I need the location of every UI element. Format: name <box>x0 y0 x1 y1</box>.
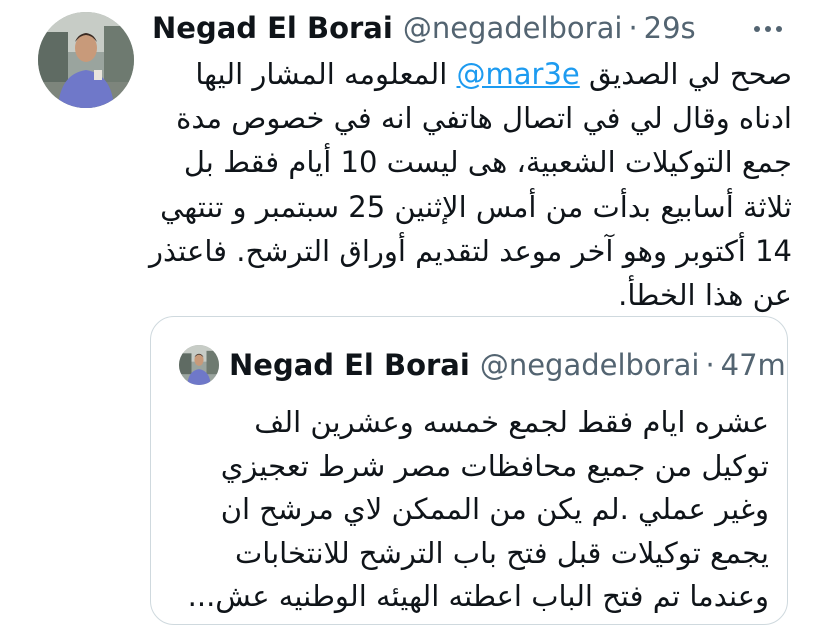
more-horizontal-icon <box>753 18 783 37</box>
quoted-tweet[interactable]: Negad El Borai @negadelborai · 47m عشره … <box>150 316 788 625</box>
avatar[interactable] <box>38 12 134 108</box>
quoted-timestamp: 47m <box>720 348 786 382</box>
tweet-text-rest: المعلومه المشار اليها ادناه وقال لي في ا… <box>149 57 792 313</box>
quoted-avatar[interactable] <box>179 345 219 385</box>
separator-dot: · <box>628 11 638 45</box>
author-name[interactable]: Negad El Borai <box>152 11 393 45</box>
author-handle[interactable]: @negadelborai <box>403 11 623 45</box>
quoted-separator-dot: · <box>705 348 715 382</box>
more-options-button[interactable] <box>748 14 788 40</box>
timestamp[interactable]: 29s <box>644 11 696 45</box>
quoted-tweet-text: عشره ايام فقط لجمع خمسه وعشرين الف توكيل… <box>187 405 769 613</box>
mention-link[interactable]: @mar3e <box>457 57 580 91</box>
quoted-author-handle: @negadelborai <box>479 348 700 382</box>
tweet-text: صحح لي الصديق @mar3e المعلومه المشار الي… <box>148 52 792 317</box>
quoted-author-name: Negad El Borai <box>229 348 470 382</box>
tweet-text-start: صحح لي الصديق <box>579 57 792 91</box>
tweet-header: Negad El Borai @negadelborai · 29s <box>152 6 696 50</box>
quoted-header: Negad El Borai @negadelborai · 47m <box>229 343 786 387</box>
tweet[interactable]: Negad El Borai @negadelborai · 29s صحح ل… <box>0 0 828 635</box>
